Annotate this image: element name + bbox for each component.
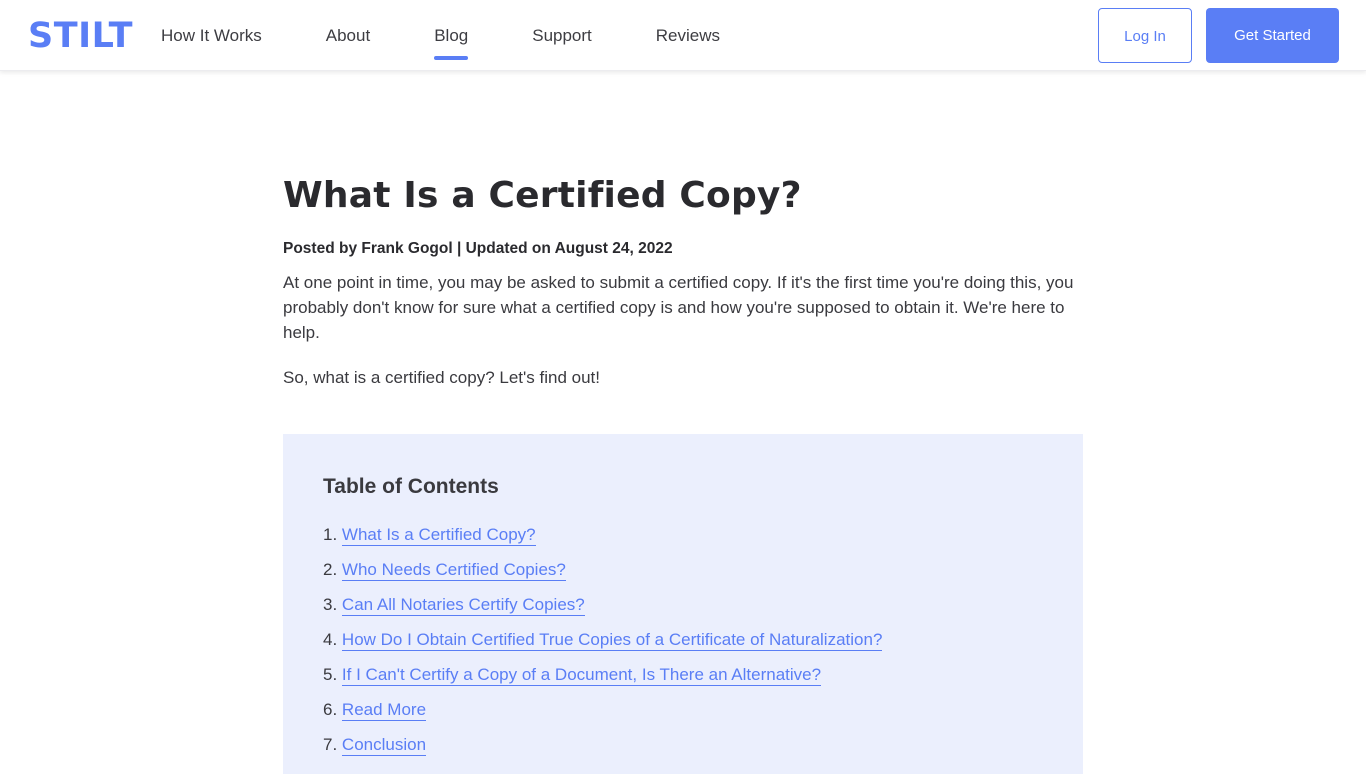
- article: What Is a Certified Copy? Posted by Fran…: [283, 170, 1083, 390]
- toc-number: 3.: [323, 595, 338, 614]
- toc-number: 1.: [323, 525, 338, 544]
- toc-link[interactable]: If I Can't Certify a Copy of a Document,…: [341, 665, 822, 686]
- toc-item: 5. If I Can't Certify a Copy of a Docume…: [323, 657, 1043, 692]
- table-of-contents: Table of Contents 1. What Is a Certified…: [283, 434, 1083, 774]
- login-button[interactable]: Log In: [1098, 8, 1192, 63]
- toc-number: 4.: [323, 630, 338, 649]
- lead-paragraph: So, what is a certified copy? Let's find…: [283, 368, 600, 387]
- toc-link[interactable]: Can All Notaries Certify Copies?: [341, 595, 585, 616]
- toc-number: 2.: [323, 560, 338, 579]
- toc-link[interactable]: What Is a Certified Copy?: [341, 525, 536, 546]
- toc-link[interactable]: Who Needs Certified Copies?: [341, 560, 566, 581]
- main-nav: How It Works About Blog Support Reviews: [161, 0, 784, 71]
- intro-paragraph: At one point in time, you may be asked t…: [283, 273, 1074, 342]
- toc-link[interactable]: Conclusion: [341, 735, 427, 756]
- toc-item: 1. What Is a Certified Copy?: [323, 517, 1043, 552]
- toc-link[interactable]: How Do I Obtain Certified True Copies of…: [341, 630, 883, 651]
- toc-item: 2. Who Needs Certified Copies?: [323, 552, 1043, 587]
- toc-list: 1. What Is a Certified Copy? 2. Who Need…: [323, 517, 1043, 762]
- toc-number: 6.: [323, 700, 338, 719]
- nav-about[interactable]: About: [326, 0, 370, 71]
- toc-number: 5.: [323, 665, 338, 684]
- nav-blog[interactable]: Blog: [434, 0, 469, 71]
- toc-item: 4. How Do I Obtain Certified True Copies…: [323, 622, 1043, 657]
- toc-item: 3. Can All Notaries Certify Copies?: [323, 587, 1043, 622]
- toc-item: 6. Read More: [323, 692, 1043, 727]
- nav-support[interactable]: Support: [532, 0, 592, 71]
- article-meta: Posted by Frank Gogol | Updated on Augus…: [283, 240, 673, 257]
- site-header: STILT How It Works About Blog Support Re…: [0, 0, 1366, 71]
- toc-link[interactable]: Read More: [341, 700, 427, 721]
- get-started-button[interactable]: Get Started: [1206, 8, 1339, 63]
- stilt-logo[interactable]: STILT: [28, 16, 133, 56]
- nav-reviews[interactable]: Reviews: [656, 0, 720, 71]
- nav-how-it-works[interactable]: How It Works: [161, 0, 262, 71]
- article-title: What Is a Certified Copy?: [283, 175, 802, 216]
- toc-item: 7. Conclusion: [323, 727, 1043, 762]
- toc-number: 7.: [323, 735, 338, 754]
- toc-title: Table of Contents: [323, 475, 499, 498]
